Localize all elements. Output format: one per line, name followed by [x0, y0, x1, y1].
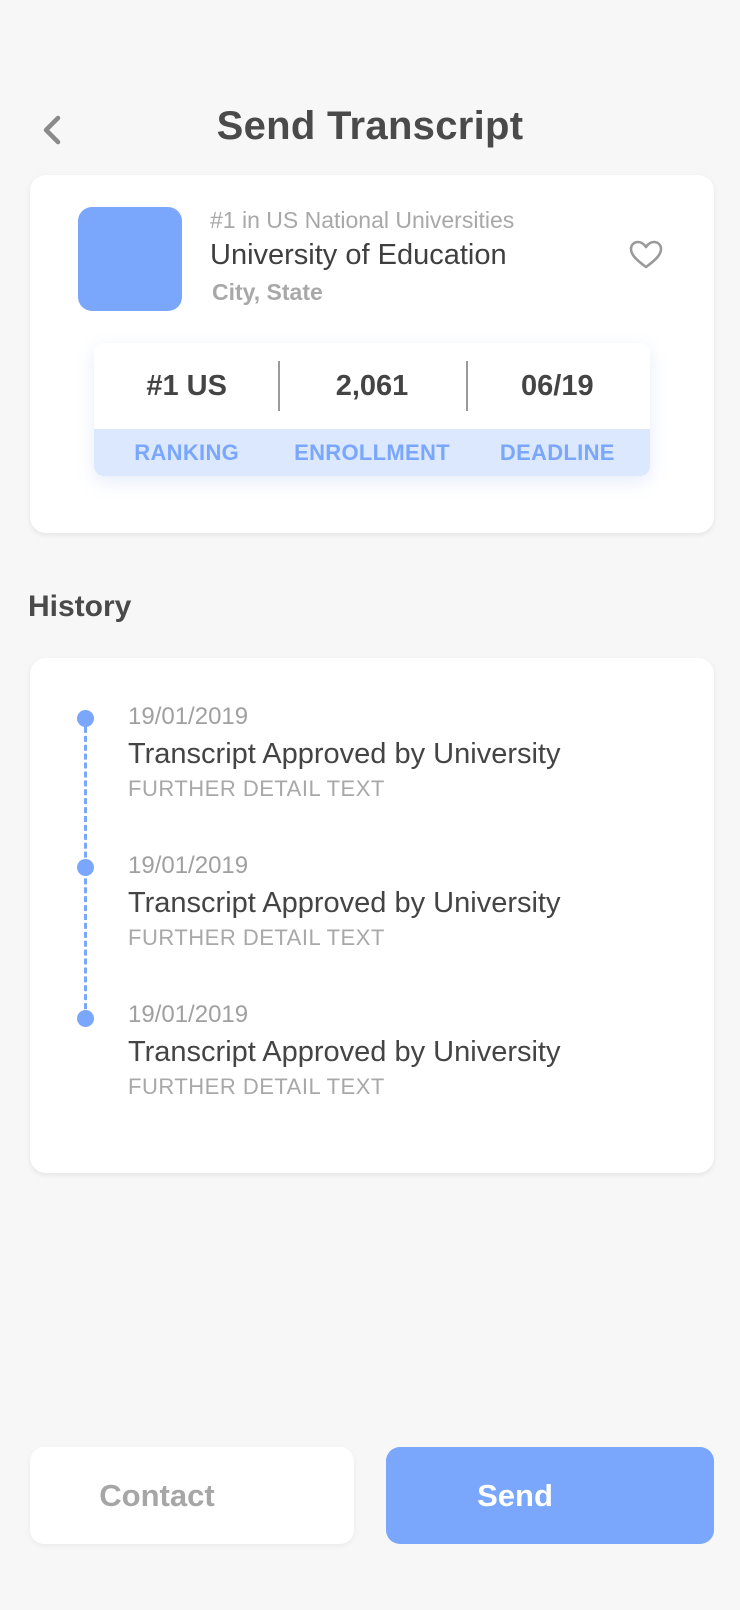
history-heading: History	[28, 590, 132, 623]
timeline-dot	[77, 710, 94, 727]
stats-values-row: #1 US 2,061 06/19	[94, 343, 650, 429]
stats-box: #1 US 2,061 06/19 RANKING ENROLLMENT DEA…	[94, 343, 650, 476]
university-location: City, State	[212, 279, 323, 305]
stat-divider	[466, 361, 468, 411]
history-date: 19/01/2019	[128, 852, 249, 879]
history-text: Transcript Approved by University	[128, 887, 561, 919]
history-detail: FURTHER DETAIL TEXT	[128, 1074, 385, 1099]
history-detail: FURTHER DETAIL TEXT	[128, 776, 385, 801]
history-text: Transcript Approved by University	[128, 738, 561, 770]
stat-ranking-value: #1 US	[146, 369, 227, 402]
stat-ranking-label: RANKING	[134, 439, 240, 465]
history-detail: FURTHER DETAIL TEXT	[128, 925, 385, 950]
stats-labels-row: RANKING ENROLLMENT DEADLINE	[94, 429, 650, 476]
timeline-dot	[77, 1010, 94, 1027]
stat-enrollment-label: ENROLLMENT	[294, 439, 450, 465]
timeline-dot	[77, 859, 94, 876]
contact-button[interactable]: Contact	[30, 1447, 354, 1544]
stat-divider	[278, 361, 280, 411]
heart-outline-icon	[629, 240, 663, 269]
stat-deadline-value: 06/19	[521, 369, 594, 402]
university-card[interactable]: #1 in US National Universities Universit…	[30, 175, 714, 533]
page-title: Send Transcript	[216, 104, 524, 148]
history-item[interactable]: 19/01/2019 Transcript Approved by Univer…	[128, 998, 688, 1102]
university-logo	[78, 207, 182, 311]
history-item[interactable]: 19/01/2019 Transcript Approved by Univer…	[128, 700, 688, 804]
university-name: University of Education	[210, 239, 507, 271]
send-button[interactable]: Send	[386, 1447, 714, 1544]
history-text: Transcript Approved by University	[128, 1036, 561, 1068]
university-rank-line: #1 in US National Universities	[210, 207, 515, 233]
favorite-button[interactable]	[626, 237, 666, 273]
history-date: 19/01/2019	[128, 1001, 249, 1028]
history-item[interactable]: 19/01/2019 Transcript Approved by Univer…	[128, 849, 688, 953]
screen: Send Transcript #1 in US National Univer…	[0, 0, 740, 1610]
history-date: 19/01/2019	[128, 703, 249, 730]
stat-enrollment-value: 2,061	[335, 369, 409, 402]
history-card: 19/01/2019 Transcript Approved by Univer…	[30, 658, 714, 1173]
stat-deadline-label: DEADLINE	[499, 439, 615, 465]
